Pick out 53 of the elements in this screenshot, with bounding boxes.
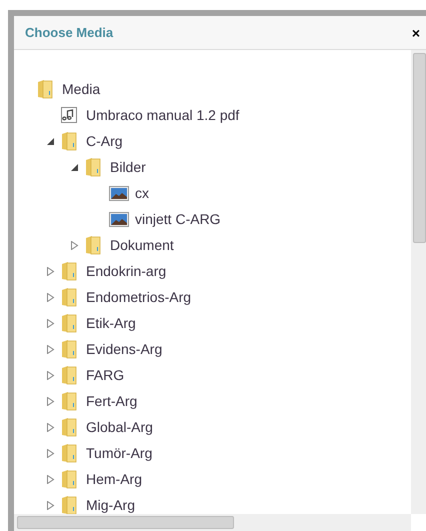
folder-icon [85,235,101,255]
tree-item-label[interactable]: Global-Arg [86,419,153,435]
expand-toggle-icon[interactable] [46,266,55,276]
tree-item-label[interactable]: Bilder [110,159,146,175]
expand-toggle-icon[interactable] [46,396,55,406]
tree-item-label[interactable]: Endometrios-Arg [86,289,192,305]
tree-item-label[interactable]: Umbraco manual 1.2 pdf [86,107,240,123]
tree-item-label[interactable]: Dokument [110,237,174,253]
folder-icon [61,391,77,411]
tree-item-label[interactable]: Fert-Arg [86,393,138,409]
image-file-icon [109,186,129,200]
music-note-icon [61,107,77,123]
expand-toggle-icon[interactable] [46,422,55,432]
folder-icon [61,287,77,307]
folder-icon [37,79,53,99]
expand-toggle-icon[interactable] [46,448,55,458]
scrollbar-thumb[interactable] [413,53,426,243]
tree-item-label[interactable]: C-Arg [86,133,123,149]
folder-icon [61,469,77,489]
scrollbar-thumb[interactable] [17,516,234,529]
expand-toggle-icon[interactable] [46,500,55,510]
tree-item-label[interactable]: Media [62,81,100,97]
tree-item-label[interactable]: FARG [86,367,124,383]
vertical-scrollbar[interactable] [411,50,426,514]
folder-icon [61,313,77,333]
tree-item-label[interactable]: Evidens-Arg [86,341,162,357]
folder-icon [61,417,77,437]
tree-item-label[interactable]: Mig-Arg [86,497,136,513]
expand-toggle-icon[interactable] [46,474,55,484]
close-button[interactable]: × [406,26,426,40]
folder-icon [85,157,101,177]
tree-item-label[interactable]: Hem-Arg [86,471,142,487]
collapse-toggle-icon[interactable] [70,162,79,172]
folder-icon [61,443,77,463]
tree-item-label[interactable]: cx [135,185,149,201]
horizontal-scrollbar[interactable] [14,514,411,531]
expand-toggle-icon[interactable] [46,292,55,302]
tree-item-label[interactable]: vinjett C-ARG [135,211,221,227]
folder-icon [61,495,77,514]
image-file-icon [109,212,129,226]
expand-toggle-icon[interactable] [46,318,55,328]
tree-item-label[interactable]: Etik-Arg [86,315,136,331]
tree-item-label[interactable]: Endokrin-arg [86,263,166,279]
tree-item-label[interactable]: Tumör-Arg [86,445,152,461]
collapse-toggle-icon[interactable] [46,136,55,146]
folder-icon [61,365,77,385]
folder-icon [61,339,77,359]
expand-toggle-icon[interactable] [46,344,55,354]
folder-icon [61,261,77,281]
dialog-title: Choose Media [25,25,114,40]
expand-toggle-icon[interactable] [70,240,79,250]
expand-toggle-icon[interactable] [46,370,55,380]
folder-icon [61,131,77,151]
